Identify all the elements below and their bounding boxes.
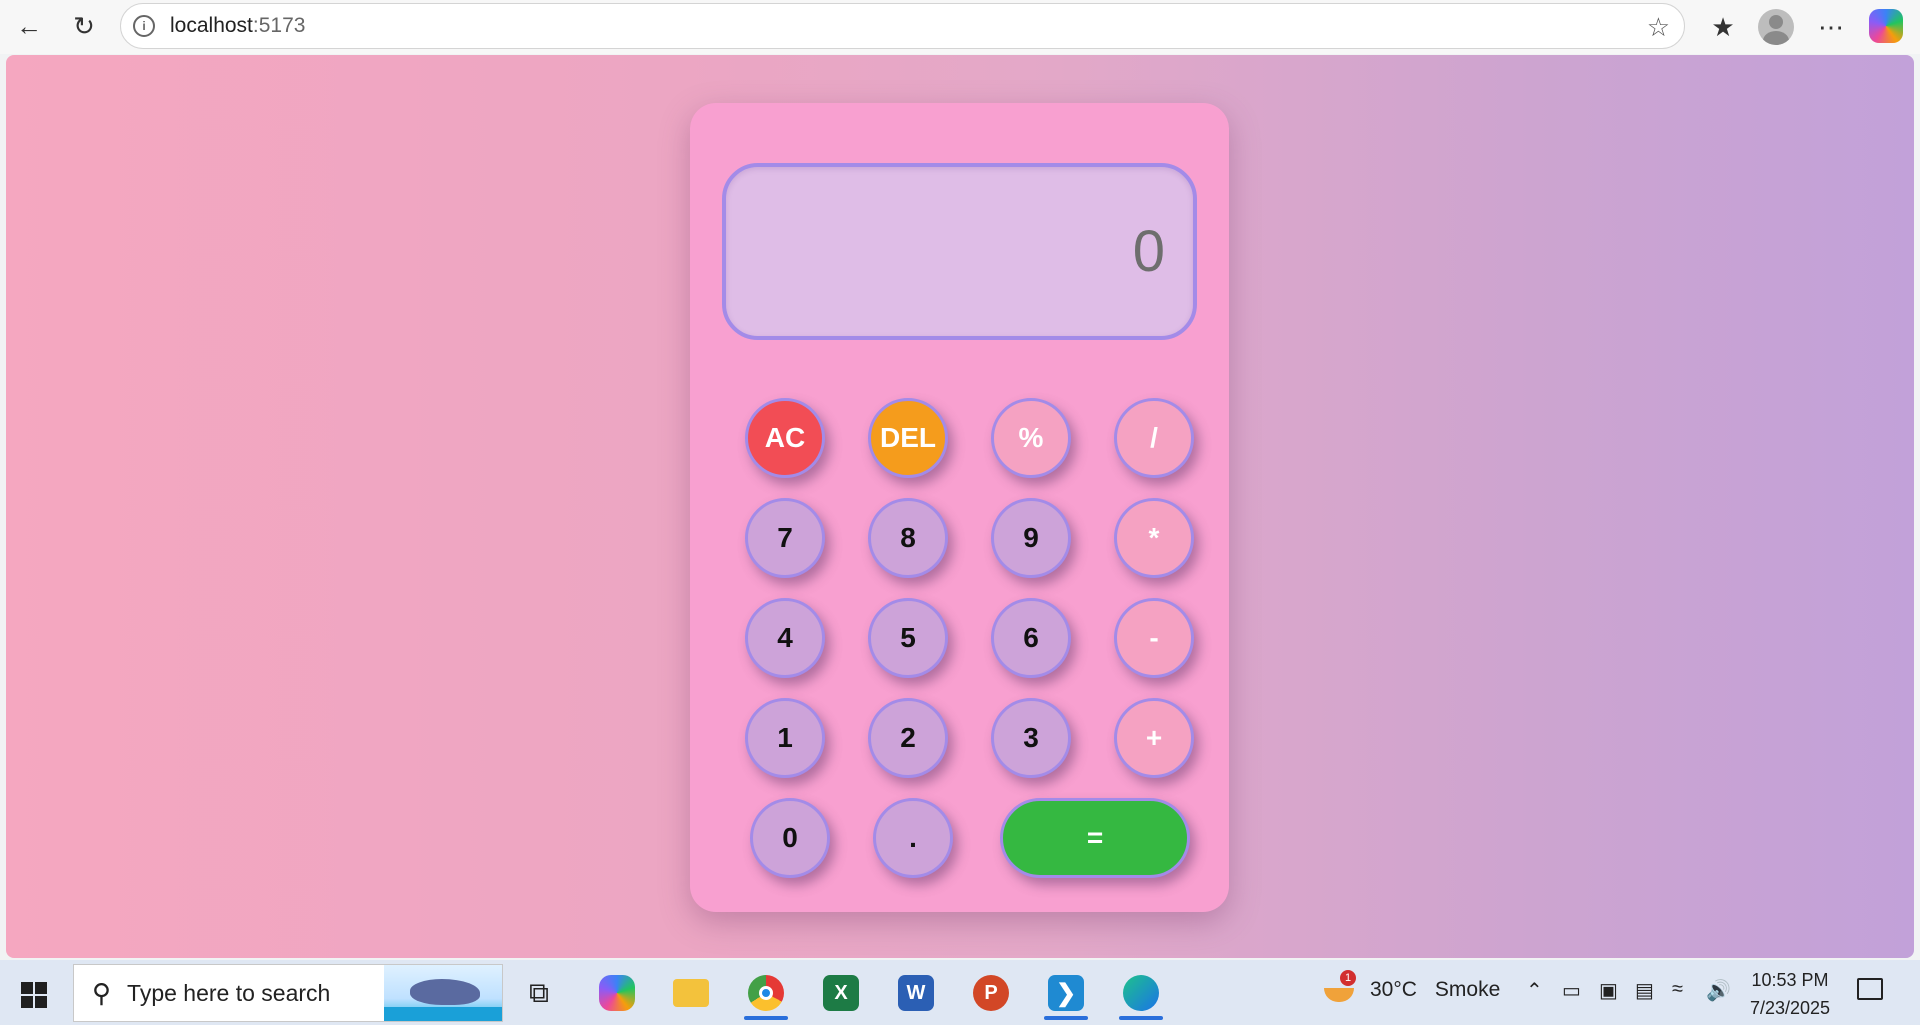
- favorites-list-icon[interactable]: ★: [1704, 8, 1742, 46]
- more-icon[interactable]: ⋯: [1812, 8, 1850, 46]
- weather-widget[interactable]: 1 30°C Smoke: [1322, 970, 1501, 1006]
- display-icon[interactable]: ▤: [1635, 978, 1654, 1003]
- digit-2-button[interactable]: 2: [868, 698, 948, 778]
- plus-button[interactable]: +: [1114, 698, 1194, 778]
- minus-button[interactable]: -: [1114, 598, 1194, 678]
- digit-0-button[interactable]: 0: [750, 798, 830, 878]
- edge-icon[interactable]: [1113, 966, 1169, 1020]
- digit-5-button[interactable]: 5: [868, 598, 948, 678]
- profile-avatar[interactable]: [1758, 9, 1794, 45]
- reload-icon[interactable]: ↻: [66, 8, 102, 44]
- volume-icon[interactable]: 🔊: [1706, 978, 1731, 1003]
- wifi-icon[interactable]: ≈: [1672, 978, 1683, 1001]
- browser-toolbar: ← ↻ i localhost:5173 ☆ ★ ⋯: [0, 0, 1920, 54]
- search-highlight-image: [384, 965, 502, 1021]
- notification-icon[interactable]: [1857, 978, 1883, 1000]
- windows-start-icon[interactable]: [21, 982, 47, 1008]
- back-arrow-icon[interactable]: ←: [11, 8, 47, 44]
- multiply-button[interactable]: *: [1114, 498, 1194, 578]
- clock-date: 7/23/2025: [1749, 998, 1831, 1018]
- weather-badge: 1: [1340, 970, 1356, 986]
- calculator: 0 AC DEL % / 7 8 9 * 4 5 6 - 1 2 3 + 0 .…: [690, 103, 1229, 912]
- calculator-display: 0: [722, 163, 1197, 340]
- task-view-icon[interactable]: ⧉: [511, 966, 567, 1020]
- percent-button[interactable]: %: [991, 398, 1071, 478]
- address-bar[interactable]: i localhost:5173 ☆: [120, 3, 1685, 49]
- search-placeholder: Type here to search: [127, 979, 331, 1006]
- clock-time: 10:53 PM: [1751, 970, 1829, 990]
- delete-button[interactable]: DEL: [868, 398, 948, 478]
- digit-3-button[interactable]: 3: [991, 698, 1071, 778]
- show-hidden-icons-icon[interactable]: ⌃: [1526, 978, 1543, 1003]
- display-value: 0: [1132, 219, 1165, 284]
- digit-6-button[interactable]: 6: [991, 598, 1071, 678]
- battery-icon[interactable]: ▭: [1562, 978, 1581, 1003]
- clear-button[interactable]: AC: [745, 398, 825, 478]
- digit-9-button[interactable]: 9: [991, 498, 1071, 578]
- word-icon[interactable]: W: [888, 966, 944, 1020]
- meet-now-icon[interactable]: ▣: [1599, 978, 1618, 1003]
- info-icon[interactable]: i: [133, 15, 155, 37]
- copilot-icon[interactable]: [1869, 9, 1903, 43]
- equals-button[interactable]: =: [1000, 798, 1190, 878]
- copilot-app-icon[interactable]: [589, 966, 645, 1020]
- url-host: localhost: [170, 14, 253, 37]
- digit-7-button[interactable]: 7: [745, 498, 825, 578]
- page-viewport: 0 AC DEL % / 7 8 9 * 4 5 6 - 1 2 3 + 0 .…: [6, 55, 1914, 958]
- url-port: :5173: [252, 14, 306, 37]
- digit-8-button[interactable]: 8: [868, 498, 948, 578]
- weather-temp: 30°C: [1370, 978, 1417, 1001]
- divide-button[interactable]: /: [1114, 398, 1194, 478]
- vscode-icon[interactable]: ❯: [1038, 966, 1094, 1020]
- file-explorer-icon[interactable]: [663, 966, 719, 1020]
- digit-4-button[interactable]: 4: [745, 598, 825, 678]
- excel-icon[interactable]: X: [813, 966, 869, 1020]
- taskbar-search[interactable]: ⚲ Type here to search: [73, 964, 503, 1022]
- system-clock[interactable]: 10:53 PM 7/23/2025: [1740, 966, 1840, 1022]
- chrome-icon[interactable]: [738, 966, 794, 1020]
- taskbar: ⚲ Type here to search ⧉ X W P ❯ 1 30°C S…: [0, 960, 1920, 1025]
- weather-desc: Smoke: [1434, 978, 1501, 1001]
- address-url: localhost:5173: [170, 14, 305, 38]
- digit-1-button[interactable]: 1: [745, 698, 825, 778]
- decimal-button[interactable]: .: [873, 798, 953, 878]
- star-icon[interactable]: ☆: [1647, 12, 1670, 43]
- weather-smoke-icon: 1: [1322, 970, 1358, 1006]
- search-icon: ⚲: [92, 977, 112, 1008]
- powerpoint-icon[interactable]: P: [963, 966, 1019, 1020]
